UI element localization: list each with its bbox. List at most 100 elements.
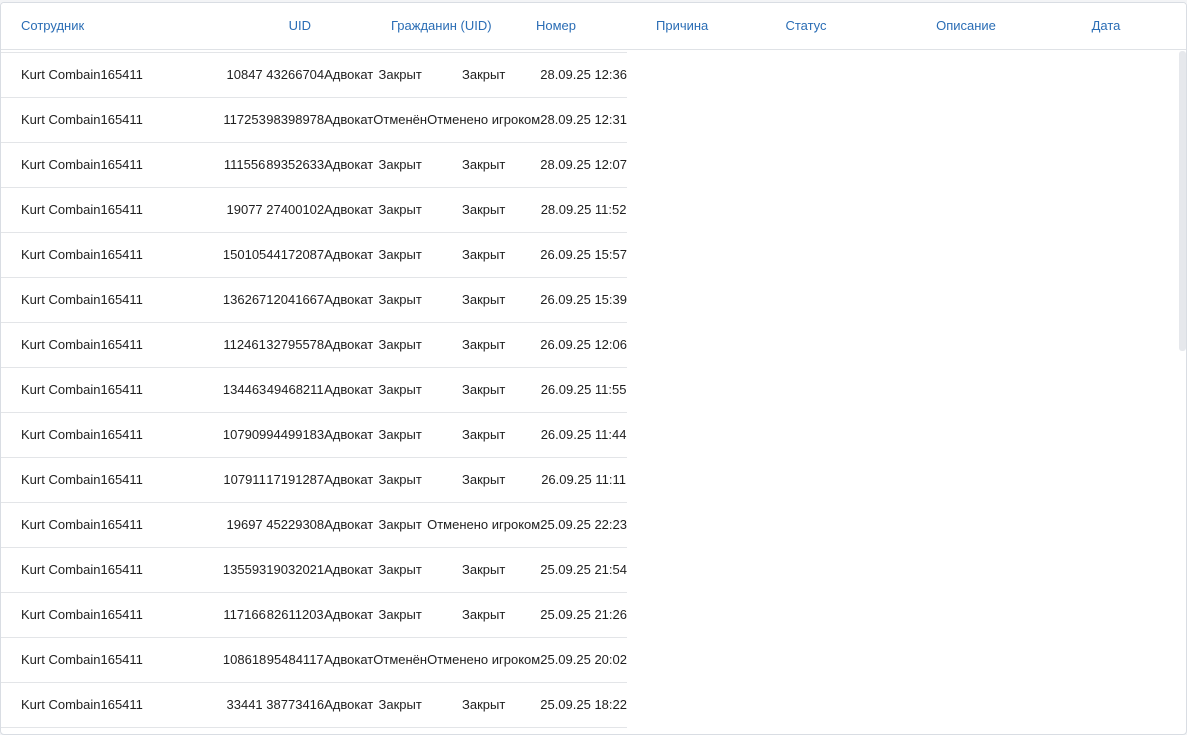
status-cell: Закрыт (373, 322, 428, 368)
employee-cell: Kurt Combain (1, 502, 101, 548)
citizen-uid-cell: 135593 (222, 547, 267, 593)
citizen-uid-cell: 136267 (222, 277, 267, 323)
status-cell: Закрыт (373, 502, 428, 548)
calls-table-panel: Kurt Combain1654111758566140948АдвокатЗа… (0, 2, 1187, 735)
header-employee[interactable]: Сотрудник (1, 3, 201, 50)
status-cell: Закрыт (373, 412, 428, 458)
table-row[interactable]: Kurt Combain 165411 19697 45229308 Адвокат За… (1, 502, 627, 548)
citizen-uid-cell: 117253 (222, 97, 267, 143)
status-cell: Закрыт (373, 367, 428, 413)
reason-cell: Адвокат (324, 277, 374, 323)
status-cell: Закрыт (373, 592, 428, 638)
date-cell: 28.09.25 11:52 (540, 187, 627, 233)
status-cell: Закрыт (373, 682, 428, 728)
employee-cell: Kurt Combain (1, 547, 101, 593)
status-cell: Закрыт (373, 277, 428, 323)
number-cell: 12041667 (266, 277, 325, 323)
employee-cell: Kurt Combain (1, 52, 101, 98)
reason-cell: Адвокат (324, 367, 374, 413)
header-uid[interactable]: UID (201, 3, 391, 50)
table-row[interactable]: Kurt Combain 165411 117166 82611203 Адвокат З… (1, 592, 627, 638)
date-cell: 26.09.25 15:57 (540, 232, 627, 278)
number-cell: 44172087 (266, 232, 325, 278)
date-cell: 26.09.25 11:11 (540, 457, 627, 503)
date-cell: 25.09.25 21:54 (540, 547, 627, 593)
employee-cell: Kurt Combain (1, 637, 101, 683)
table-row[interactable]: Kurt Combain 165411 134463 49468211 Адвокат З… (1, 367, 627, 413)
number-cell: 98398978 (266, 97, 325, 143)
date-cell: 26.09.25 15:39 (540, 277, 627, 323)
number-cell: 38773416 (266, 682, 325, 728)
table-row[interactable]: Kurt Combain 165411 111556 89352633 Адвокат З… (1, 142, 627, 188)
employee-cell: Kurt Combain (1, 322, 101, 368)
description-cell: Закрыт (427, 277, 541, 323)
citizen-uid-cell: 107911 (222, 457, 267, 503)
header-reason[interactable]: Причина (656, 3, 708, 50)
description-cell: Закрыт (427, 592, 541, 638)
table-row[interactable]: Kurt Combain 165411 117253 98398978 Адвокат О… (1, 97, 627, 143)
employee-cell: Kurt Combain (1, 187, 101, 233)
table-row[interactable]: Kurt Combain 165411 19077 27400102 Адвокат За… (1, 187, 627, 233)
uid-cell: 165411 (100, 637, 223, 683)
reason-cell: Адвокат (324, 412, 374, 458)
vertical-scrollbar[interactable] (1179, 51, 1186, 351)
date-cell: 25.09.25 22:23 (540, 502, 627, 548)
citizen-uid-cell: 19697 (222, 502, 267, 548)
number-cell: 82611203 (266, 592, 325, 638)
reason-cell: Адвокат (324, 97, 374, 143)
number-cell: 45229308 (266, 502, 325, 548)
reason-cell: Адвокат (324, 637, 374, 683)
status-cell: Закрыт (373, 232, 428, 278)
date-cell: 25.09.25 20:02 (540, 637, 627, 683)
table-row[interactable]: Kurt Combain 165411 112461 32795578 Адвокат З… (1, 322, 627, 368)
reason-cell: Адвокат (324, 142, 374, 188)
header-description[interactable]: Описание (906, 3, 1026, 50)
table-row[interactable]: Kurt Combain 165411 135593 19032021 Адвокат З… (1, 547, 627, 593)
uid-cell: 165411 (100, 502, 223, 548)
citizen-uid-cell: 33441 (222, 682, 267, 728)
table-row[interactable]: Kurt Combain 165411 150105 44172087 Адвокат З… (1, 232, 627, 278)
description-cell: Отменено игроком (427, 637, 541, 683)
description-cell: Закрыт (427, 457, 541, 503)
reason-cell: Адвокат (324, 547, 374, 593)
reason-cell: Адвокат (324, 502, 374, 548)
employee-cell: Kurt Combain (1, 592, 101, 638)
employee-cell: Kurt Combain (1, 277, 101, 323)
header-date[interactable]: Дата (1026, 3, 1186, 50)
description-cell: Закрыт (427, 232, 541, 278)
description-cell: Закрыт (427, 547, 541, 593)
status-cell: Закрыт (373, 547, 428, 593)
table-row[interactable]: Kurt Combain 165411 10847 43266704 Адвокат За… (1, 52, 627, 98)
table-row[interactable]: Kurt Combain 165411 107909 94499183 Адвокат З… (1, 412, 627, 458)
table-row[interactable]: Kurt Combain 165411 107911 17191287 Адвокат З… (1, 457, 627, 503)
table-header: Сотрудник UID Гражданин (UID) Номер Прич… (1, 3, 1186, 50)
number-cell: 94499183 (266, 412, 325, 458)
citizen-uid-cell: 150105 (222, 232, 267, 278)
date-cell: 28.09.25 12:07 (540, 142, 627, 188)
reason-cell: Адвокат (324, 187, 374, 233)
status-cell: Закрыт (373, 457, 428, 503)
uid-cell: 165411 (100, 142, 223, 188)
citizen-uid-cell: 111556 (222, 142, 267, 188)
date-cell: 25.09.25 21:26 (540, 592, 627, 638)
header-citizen-uid[interactable]: Гражданин (UID) (391, 3, 492, 50)
employee-cell: Kurt Combain (1, 97, 101, 143)
table-row[interactable]: Kurt Combain 165411 33441 38773416 Адвокат За… (1, 682, 627, 728)
table-row[interactable]: Kurt Combain 165411 108618 95484117 Адвокат О… (1, 637, 627, 683)
description-cell: Отменено игроком (427, 502, 541, 548)
employee-cell: Kurt Combain (1, 367, 101, 413)
header-status[interactable]: Статус (706, 3, 906, 50)
uid-cell: 165411 (100, 277, 223, 323)
status-cell: Отменён (373, 637, 428, 683)
description-cell: Закрыт (427, 52, 541, 98)
table-scroll-area[interactable]: Kurt Combain1654111758566140948АдвокатЗа… (1, 3, 1186, 734)
table-row[interactable]: Kurt Combain 165411 136267 12041667 Адвокат З… (1, 277, 627, 323)
citizen-uid-cell: 10847 (222, 52, 267, 98)
employee-cell: Kurt Combain (1, 142, 101, 188)
uid-cell: 165411 (100, 52, 223, 98)
number-cell: 95484117 (266, 637, 325, 683)
status-cell: Закрыт (373, 187, 428, 233)
number-cell: 32795578 (266, 322, 325, 368)
table-body: Kurt Combain1654111758566140948АдвокатЗа… (1, 7, 627, 728)
description-cell: Закрыт (427, 367, 541, 413)
